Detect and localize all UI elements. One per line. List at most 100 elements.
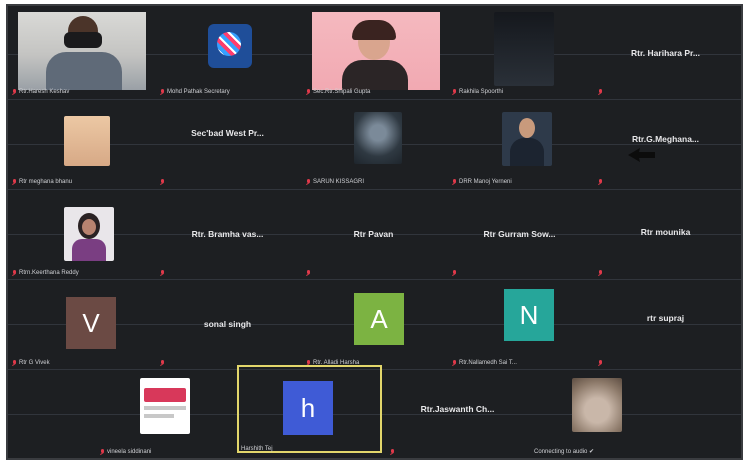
participant-tile[interactable]: Rtr.G.Meghana...: [594, 98, 737, 186]
muted-mic-icon: [12, 270, 16, 276]
participant-tile[interactable]: Sec'bad West Pr...: [156, 98, 299, 186]
muted-mic-icon: [598, 89, 602, 95]
muted-mic-icon: [390, 449, 394, 455]
mouse-cursor-icon: [628, 148, 655, 162]
participant-tile[interactable]: A Rtr. Alladi Harsha: [302, 279, 445, 367]
participant-name: Rtr mounika: [640, 227, 691, 237]
muted-mic-icon: [452, 360, 456, 366]
participant-name: Sec.Rtr.Shipali Gupta: [313, 89, 371, 95]
participant-name-tag: DRR Manoj Yerneni: [452, 179, 512, 185]
participant-name-tag: Rakhila Spoorthi: [452, 89, 503, 95]
participant-hair: [352, 20, 396, 40]
muted-mic-icon: [598, 270, 602, 276]
participant-name: Rtr. Harihara Pr...: [631, 48, 700, 58]
muted-mic-icon: [598, 179, 602, 185]
muted-mic-icon: [306, 179, 310, 185]
participant-tile[interactable]: SARUN KISSAGRI: [302, 98, 445, 186]
participant-name: Mohd Pathak Secretary: [167, 89, 230, 95]
participant-name: Rtr. Bramha vas...: [191, 229, 264, 239]
participant-tile[interactable]: V Rtr G Vivek: [8, 279, 151, 367]
participant-tile[interactable]: rtr supraj: [594, 279, 737, 367]
participant-tile[interactable]: Mohd Pathak Secretary: [156, 8, 299, 96]
participant-video: [18, 12, 146, 90]
participant-tile[interactable]: DRR Manoj Yerneni: [448, 98, 591, 186]
participant-tile[interactable]: Connecting to audio ✔: [530, 368, 680, 456]
participant-name: Rakhila Spoorthi: [459, 89, 504, 95]
participant-tile[interactable]: Rtr. Harihara Pr...: [594, 8, 737, 96]
participant-video: [494, 12, 554, 86]
participant-name: rtr supraj: [646, 313, 685, 323]
muted-mic-icon: [452, 270, 456, 276]
muted-mic-icon: [100, 449, 104, 455]
profile-picture: [354, 112, 402, 164]
participant-name-tag: Mohd Pathak Secretary: [160, 89, 230, 95]
participant-name-tag: Rtr.Nallamedh Sai T...: [452, 360, 517, 366]
participant-name: Sec'bad West Pr...: [191, 128, 264, 138]
muted-mic-icon: [160, 270, 164, 276]
participant-tile[interactable]: Rtr Gurram Sow...: [448, 189, 591, 277]
avatar: N: [504, 289, 554, 341]
participant-tile[interactable]: Rtrn.Keerthana Reddy: [8, 189, 151, 277]
participant-tile[interactable]: Rtr Pavan: [302, 189, 445, 277]
participant-name: Rtr meghana bhanu: [19, 179, 73, 185]
participant-name: DRR Manoj Yerneni: [459, 179, 512, 185]
participant-name: Rtr Gurram Sow...: [483, 229, 556, 239]
gallery-view: Rtr.Haresh Keshav Mohd Pathak Secretary …: [8, 6, 741, 458]
participant-tile[interactable]: sonal singh: [156, 279, 299, 367]
participant-name: Rtrn.Keerthana Reddy: [19, 270, 79, 276]
avatar: A: [354, 293, 404, 345]
muted-mic-icon: [306, 89, 310, 95]
participant-name-tag: Rtr.Haresh Keshav: [12, 89, 69, 95]
participant-name: sonal singh: [203, 319, 252, 329]
muted-mic-icon: [452, 89, 456, 95]
muted-mic-icon: [160, 360, 164, 366]
muted-mic-icon: [452, 179, 456, 185]
participant-name-tag: Connecting to audio ✔: [534, 448, 594, 455]
muted-mic-icon: [12, 360, 16, 366]
participant-video: [312, 12, 440, 90]
participant-name-tag: Rtr meghana bhanu: [12, 179, 72, 185]
participant-name: Rtr.Nallamedh Sai T...: [459, 360, 517, 366]
avatar: V: [66, 297, 116, 349]
profile-picture: [502, 112, 552, 166]
profile-picture: [64, 207, 114, 261]
active-speaker-tile[interactable]: h Harshith Tej: [237, 365, 382, 453]
participant-name-tag: vineela siddinani: [100, 449, 151, 455]
participant-name-tag: Harshith Tej: [241, 446, 273, 452]
muted-mic-icon: [598, 360, 602, 366]
profile-picture: [572, 378, 622, 432]
mask: [64, 32, 102, 48]
participant-tile[interactable]: Sec.Rtr.Shipali Gupta: [302, 8, 445, 96]
participant-tile[interactable]: Rakhila Spoorthi: [448, 8, 591, 96]
connecting-audio-status: Connecting to audio ✔: [534, 449, 595, 455]
participant-name: vineela siddinani: [107, 449, 152, 455]
participant-name: Rtr.Haresh Keshav: [19, 89, 70, 95]
participant-tile[interactable]: Rtr. Bramha vas...: [156, 189, 299, 277]
muted-mic-icon: [160, 89, 164, 95]
participant-name: Rtr Pavan: [353, 229, 394, 239]
participant-tile[interactable]: Rtr.Haresh Keshav: [8, 8, 151, 96]
participant-name: Rtr.Jaswanth Ch...: [420, 404, 495, 414]
participant-tile[interactable]: vineela siddinani: [88, 368, 231, 456]
participant-body: [342, 60, 408, 90]
muted-mic-icon: [306, 270, 310, 276]
participant-name: Harshith Tej: [241, 446, 273, 452]
participant-body: [46, 52, 122, 90]
muted-mic-icon: [12, 179, 16, 185]
profile-picture: [140, 378, 190, 434]
participant-name-tag: Sec.Rtr.Shipali Gupta: [306, 89, 370, 95]
profile-picture: [64, 116, 110, 166]
participant-tile[interactable]: Rtr.Jaswanth Ch...: [386, 368, 529, 456]
muted-mic-icon: [160, 179, 164, 185]
participant-name-tag: Rtr G Vivek: [12, 360, 50, 366]
participant-name: Rtr.G.Meghana...: [631, 134, 700, 144]
muted-mic-icon: [12, 89, 16, 95]
participant-tile[interactable]: N Rtr.Nallamedh Sai T...: [448, 279, 591, 367]
participant-tile[interactable]: Rtr mounika: [594, 189, 737, 277]
participant-name-tag: SARUN KISSAGRI: [306, 179, 364, 185]
participant-name-tag: Rtrn.Keerthana Reddy: [12, 270, 79, 276]
avatar: h: [283, 381, 333, 435]
profile-logo-icon: [208, 24, 252, 68]
participant-tile[interactable]: Rtr meghana bhanu: [8, 98, 151, 186]
participant-name: Rtr G Vivek: [19, 360, 50, 366]
